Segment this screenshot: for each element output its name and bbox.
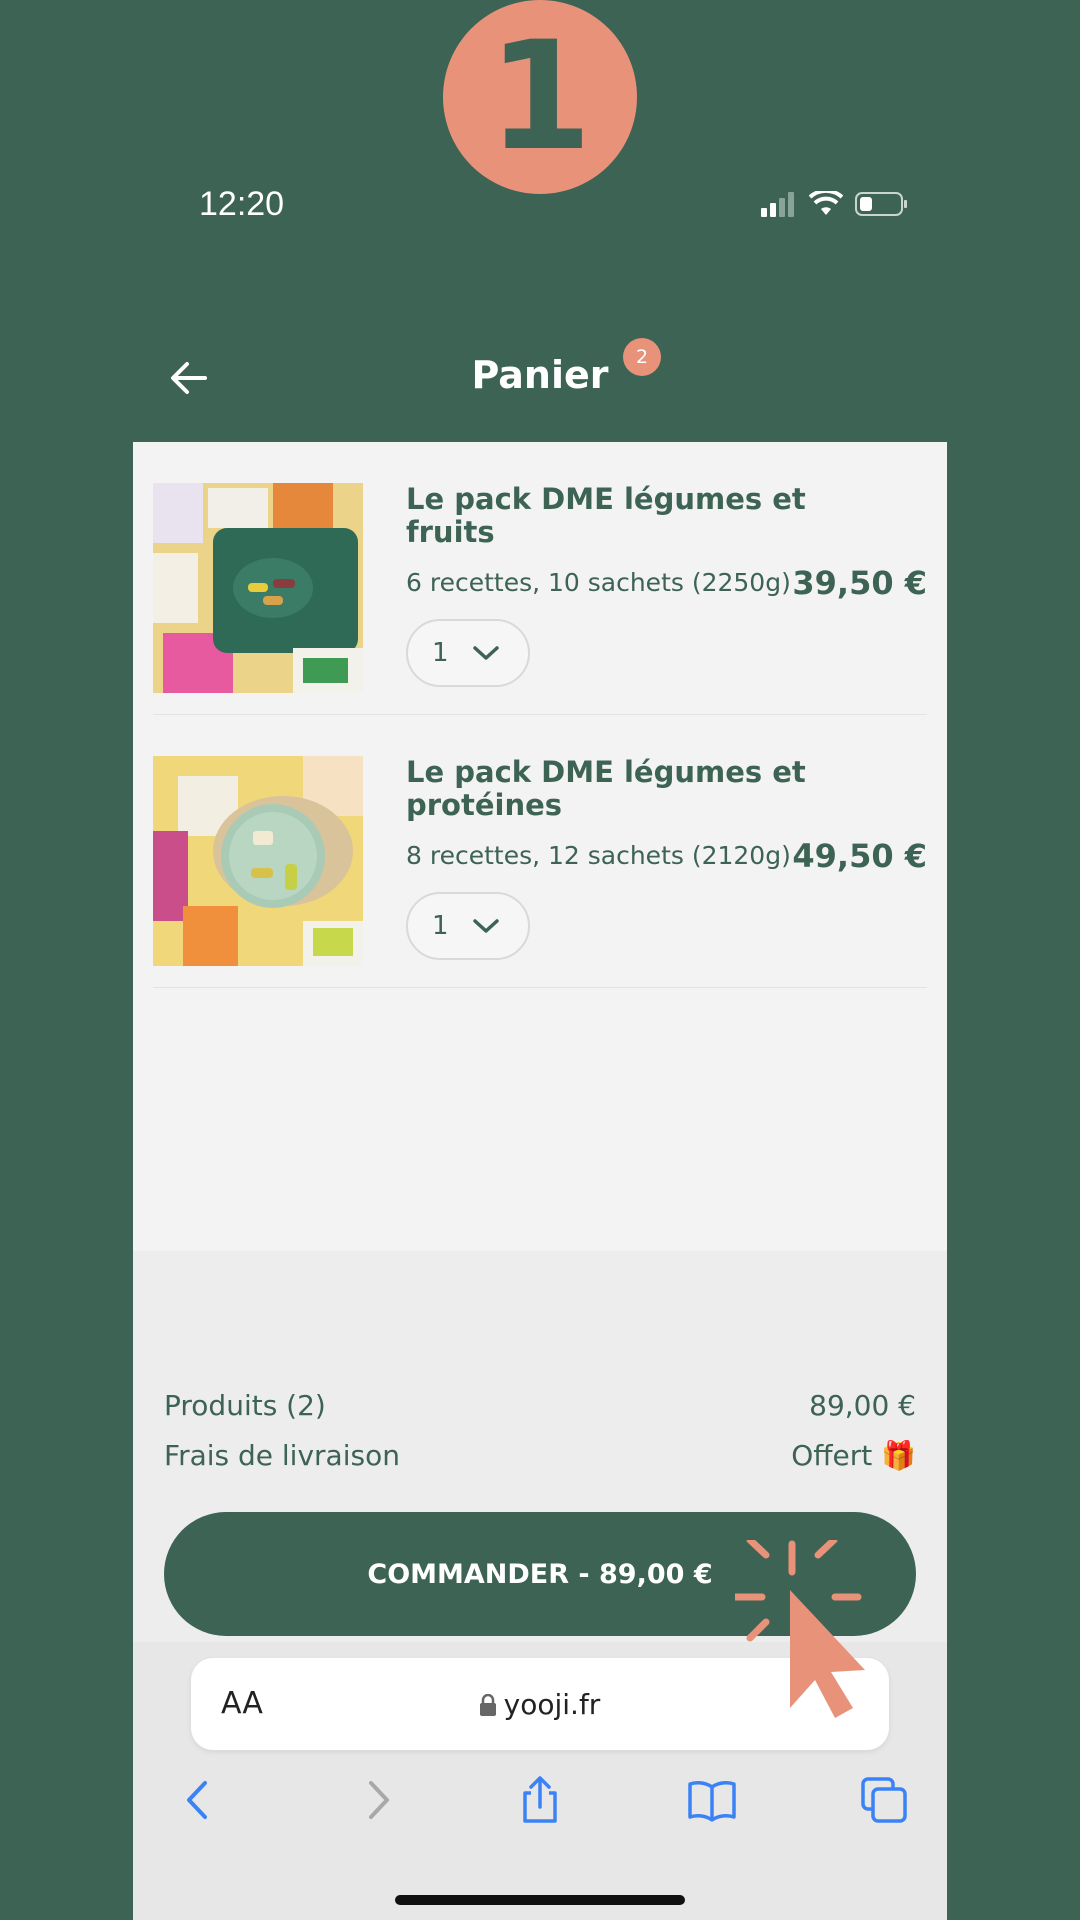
- signal-icon: [761, 192, 794, 217]
- quantity-value: 1: [432, 911, 449, 941]
- status-icons: [759, 191, 909, 217]
- wifi-icon: [809, 191, 843, 215]
- cart-item: Le pack DME légumes et fruits 6 recettes…: [153, 442, 927, 715]
- page-title: Panier: [471, 353, 609, 397]
- shipping-row: Frais de livraison Offert 🎁: [164, 1439, 916, 1472]
- products-total: 89,00 €: [809, 1389, 916, 1422]
- product-description: 6 recettes, 10 sachets (2250g): [406, 568, 791, 597]
- cart-count-badge: 2: [623, 338, 661, 376]
- bookmarks-icon[interactable]: [687, 1775, 737, 1825]
- chevron-down-icon: [472, 919, 499, 933]
- product-name[interactable]: Le pack DME légumes et protéines: [406, 756, 806, 822]
- chevron-down-icon: [472, 646, 499, 660]
- forward-icon[interactable]: [351, 1775, 401, 1825]
- shipping-value: Offert 🎁: [791, 1439, 916, 1472]
- battery-icon: [855, 192, 907, 216]
- product-description: 8 recettes, 12 sachets (2120g): [406, 841, 791, 870]
- lock-icon: [479, 1693, 496, 1716]
- products-label: Produits (2): [164, 1389, 326, 1422]
- header: 12:20 Panier 2: [133, 155, 947, 442]
- back-icon[interactable]: [175, 1775, 225, 1825]
- step-number-badge: 1: [443, 0, 637, 194]
- shipping-label: Frais de livraison: [164, 1439, 400, 1472]
- home-indicator: [395, 1895, 685, 1905]
- browser-nav: [133, 1775, 947, 1845]
- product-name[interactable]: Le pack DME légumes et fruits: [406, 483, 806, 549]
- quantity-select[interactable]: 1: [406, 619, 530, 687]
- status-time: 12:20: [199, 185, 285, 223]
- tabs-icon[interactable]: [859, 1775, 909, 1825]
- product-price: 49,50 €: [792, 837, 927, 875]
- url-text: yooji.fr: [503, 1688, 601, 1721]
- cart-item: Le pack DME légumes et protéines 8 recet…: [153, 715, 927, 988]
- products-row: Produits (2) 89,00 €: [164, 1389, 916, 1422]
- product-image: [153, 483, 363, 693]
- product-image: [153, 756, 363, 966]
- product-price: 39,50 €: [792, 564, 927, 602]
- quantity-value: 1: [432, 638, 449, 668]
- pointer-cursor-icon: [735, 1540, 865, 1718]
- quantity-select[interactable]: 1: [406, 892, 530, 960]
- share-icon[interactable]: [515, 1775, 565, 1825]
